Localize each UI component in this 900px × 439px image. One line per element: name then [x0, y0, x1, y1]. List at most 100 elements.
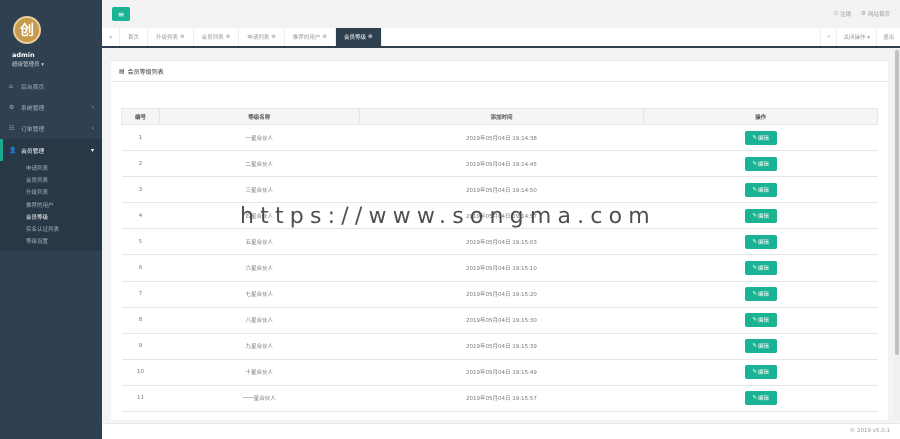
cell-actions: ✎ 编辑 — [643, 333, 878, 360]
close-icon[interactable]: ⊗ — [322, 34, 327, 40]
edit-button[interactable]: ✎ 编辑 — [744, 130, 777, 145]
edit-button[interactable]: ✎ 编辑 — [744, 313, 777, 328]
submenu-item-verification-list[interactable]: 实名认证列表 — [0, 223, 102, 235]
username[interactable]: admin — [12, 51, 35, 59]
sidebar-item-members[interactable]: 👤 会员管理 ▾ — [0, 139, 102, 161]
panel-title: ▤ 会员等级列表 — [111, 61, 888, 82]
cell-actions: ✎ 编辑 — [643, 150, 878, 178]
close-icon[interactable]: ⊗ — [180, 34, 185, 40]
submenu-item-upgrade-list[interactable]: 升级列表 — [0, 186, 102, 198]
edit-label: 编辑 — [757, 292, 769, 299]
sidebar-item-label: 后台首页 — [21, 85, 45, 91]
tabs-next-button[interactable]: » — [820, 28, 836, 46]
pencil-icon: ✎ — [752, 238, 757, 245]
close-icon[interactable]: ⊗ — [368, 34, 373, 40]
edit-label: 编辑 — [757, 396, 769, 403]
header-actions: ⎋ 注销 ⚙ 网站首页 — [833, 10, 890, 19]
submenu-item-member-list[interactable]: 会员列表 — [0, 174, 102, 186]
edit-button[interactable]: ✎ 编辑 — [744, 156, 777, 171]
site-home-button[interactable]: ⚙ 网站首页 — [861, 10, 890, 18]
copyright-text: © 2019 v5.0.1 — [849, 428, 890, 434]
edit-label: 编辑 — [757, 161, 769, 168]
tab-applications[interactable]: 申请列表 ⊗ — [239, 28, 285, 46]
user-role-dropdown[interactable]: 超级管理员 ▾ — [12, 60, 44, 68]
cell-id: 8 — [121, 307, 160, 334]
sidebar: 创 admin 超级管理员 ▾ ⌂ 后台首页 ⚙ 系统管理 ‹ ☷ 订单管理 ‹… — [0, 0, 102, 439]
avatar[interactable]: 创 — [13, 16, 41, 44]
exit-button[interactable]: 退出 — [875, 28, 900, 46]
chevron-left-icon: ‹ — [91, 125, 94, 132]
column-header-added-time: 添加时间 — [358, 108, 645, 125]
pencil-icon: ✎ — [752, 291, 757, 298]
close-icon[interactable]: ⊗ — [226, 34, 231, 40]
edit-label: 编辑 — [757, 239, 769, 246]
cell-id: 4 — [121, 202, 160, 230]
table-row: 9 九星合伙人 2019年05月04日 19:15:39 ✎ 编辑 — [121, 333, 878, 360]
tabs-prev-button[interactable]: « — [102, 28, 120, 46]
sidebar-item-label: 订单管理 — [21, 127, 45, 133]
pencil-icon: ✎ — [752, 343, 757, 350]
tab-member-list[interactable]: 会员列表 ⊗ — [194, 28, 240, 46]
site-home-label: 网站首页 — [867, 12, 890, 18]
sidebar-item-orders[interactable]: ☷ 订单管理 ‹ — [0, 118, 102, 139]
submenu-item-member-levels[interactable]: 会员等级 — [0, 211, 102, 223]
top-header: ≡ ⎋ 注销 ⚙ 网站首页 — [102, 0, 900, 28]
cell-id: 6 — [121, 254, 160, 282]
tab-upgrade-list[interactable]: 升级列表 ⊗ — [148, 28, 194, 46]
cell-level-name: 三星合伙人 — [159, 176, 360, 204]
logout-label: 注销 — [840, 12, 852, 18]
table-row: 10 十星合伙人 2019年05月04日 19:15:49 ✎ 编辑 — [121, 359, 878, 386]
cell-actions: ✎ 编辑 — [643, 176, 878, 204]
tab-referred-users[interactable]: 推荐的用户 ⊗ — [285, 28, 337, 46]
cell-level-name: 五星合伙人 — [159, 228, 360, 256]
tab-home[interactable]: 首页 — [120, 28, 149, 46]
sidebar-item-home[interactable]: ⌂ 后台首页 — [0, 76, 102, 97]
close-icon[interactable]: ⊗ — [271, 34, 276, 40]
cell-level-name: 七星合伙人 — [159, 281, 360, 308]
pencil-icon: ✎ — [752, 186, 757, 193]
sidebar-item-system[interactable]: ⚙ 系统管理 ‹ — [0, 97, 102, 118]
cell-actions: ✎ 编辑 — [643, 124, 878, 152]
pencil-icon: ✎ — [752, 212, 757, 219]
edit-button[interactable]: ✎ 编辑 — [744, 261, 777, 276]
edit-label: 编辑 — [757, 213, 769, 220]
pencil-icon: ✎ — [752, 369, 757, 376]
submenu-item-level-settings[interactable]: 等级设置 — [0, 235, 102, 247]
tab-label: 会员列表 — [201, 35, 224, 41]
submenu-item-referred-users[interactable]: 推荐的用户 — [0, 199, 102, 211]
edit-button[interactable]: ✎ 编辑 — [744, 234, 777, 249]
cell-id: 11 — [121, 385, 160, 413]
pencil-icon: ✎ — [752, 134, 757, 141]
cell-added-time: 2019年05月04日 19:15:20 — [359, 281, 644, 308]
menu-toggle-button[interactable]: ≡ — [112, 7, 130, 21]
home-icon: ⌂ — [9, 83, 13, 90]
cell-id: 7 — [121, 281, 160, 308]
logout-icon: ⎋ — [833, 10, 839, 17]
edit-button[interactable]: ✎ 编辑 — [744, 208, 777, 223]
cell-actions: ✎ 编辑 — [643, 281, 878, 308]
edit-button[interactable]: ✎ 编辑 — [744, 391, 777, 406]
cell-added-time: 2019年05月04日 19:15:30 — [359, 307, 644, 334]
submenu-item-applications[interactable]: 申请列表 — [0, 162, 102, 174]
cell-id: 10 — [121, 359, 160, 386]
page-tabs-bar: « 首页 升级列表 ⊗ 会员列表 ⊗ 申请列表 ⊗ 推荐的用户 ⊗ 会员等级 ⊗ » 关闭… — [102, 28, 900, 48]
edit-label: 编辑 — [757, 135, 769, 142]
edit-label: 编辑 — [757, 318, 769, 325]
cell-level-name: 一星合伙人 — [159, 124, 360, 152]
close-operations-dropdown[interactable]: 关闭操作 ▾ — [836, 28, 876, 46]
edit-button[interactable]: ✎ 编辑 — [744, 287, 777, 302]
cell-actions: ✎ 编辑 — [643, 254, 878, 282]
cell-level-name: 二星合伙人 — [159, 150, 360, 178]
scrollbar-thumb[interactable] — [895, 50, 899, 355]
table-header-row: 编号 等级名称 添加时间 操作 — [121, 108, 878, 125]
cell-added-time: 2019年05月04日 19:15:49 — [359, 359, 644, 386]
column-header-level-name: 等级名称 — [158, 108, 360, 125]
edit-button[interactable]: ✎ 编辑 — [744, 365, 777, 380]
profile: 创 admin 超级管理员 ▾ — [0, 0, 102, 76]
edit-button[interactable]: ✎ 编辑 — [744, 182, 777, 197]
tab-member-levels[interactable]: 会员等级 ⊗ — [336, 28, 382, 46]
logout-button[interactable]: ⎋ 注销 — [833, 10, 852, 19]
list-icon: ▤ — [119, 67, 125, 75]
edit-button[interactable]: ✎ 编辑 — [744, 339, 777, 354]
tab-label: 首页 — [128, 35, 140, 41]
